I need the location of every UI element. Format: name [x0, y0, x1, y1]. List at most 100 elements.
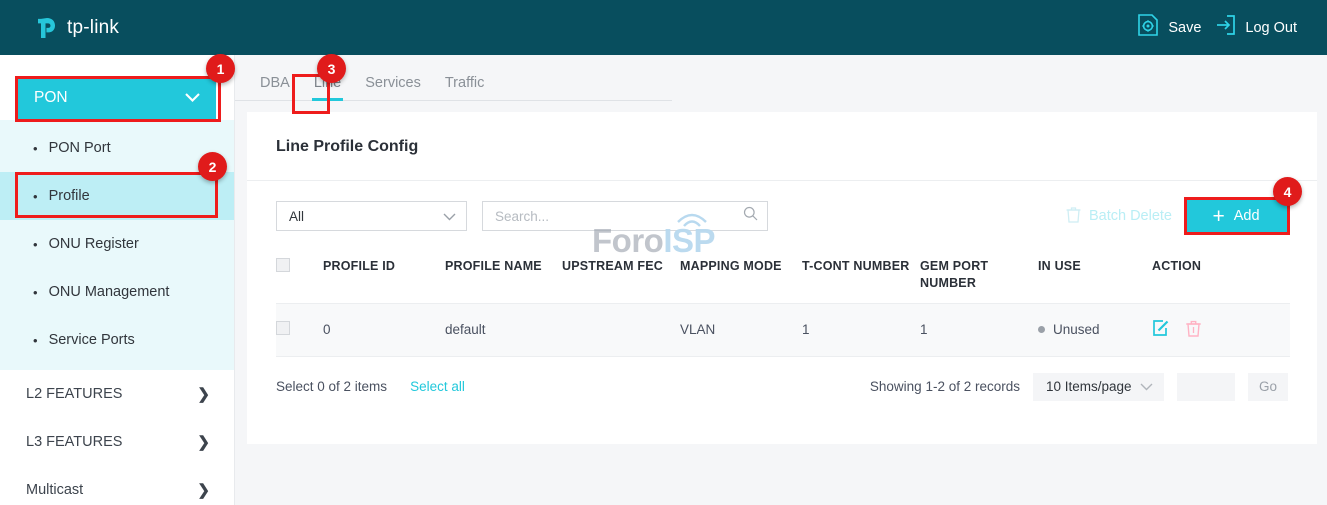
- per-page-value: 10 Items/page: [1046, 379, 1132, 394]
- sidebar-group-l2-features[interactable]: L2 FEATURES ❯: [0, 370, 234, 418]
- sidebar-menu-pon-label: PON: [34, 89, 68, 107]
- search-icon[interactable]: [743, 206, 758, 226]
- page-root: tp-link Save: [0, 0, 1327, 505]
- tab-line[interactable]: Line: [302, 75, 353, 100]
- column-mapping-mode: MAPPING MODE: [680, 249, 802, 303]
- toolbar-actions: Batch Delete + Add: [1066, 200, 1288, 232]
- sidebar-group-label: Multicast: [26, 482, 83, 498]
- sidebar-item-label: ONU Register: [49, 236, 139, 252]
- status-dot-icon: [1038, 326, 1045, 333]
- chevron-down-icon: [443, 209, 456, 224]
- records-count: Showing 1-2 of 2 records: [870, 379, 1020, 394]
- cell-in-use: Unused: [1038, 303, 1152, 356]
- save-label: Save: [1168, 20, 1201, 36]
- sidebar-item-label: Service Ports: [49, 332, 135, 348]
- cell-upstream-fec: [562, 303, 680, 356]
- bullet-icon: •: [33, 142, 38, 155]
- row-select-cell: [276, 303, 323, 356]
- sidebar-item-onu-register[interactable]: • ONU Register: [0, 220, 234, 268]
- profile-table: PROFILE ID PROFILE NAME UPSTREAM FEC MAP…: [276, 249, 1290, 357]
- content-card: Line Profile Config All: [247, 112, 1317, 444]
- search-input[interactable]: [495, 209, 743, 224]
- batch-delete-label: Batch Delete: [1089, 208, 1172, 224]
- table-footer: Select 0 of 2 items Select all Showing 1…: [247, 357, 1317, 401]
- plus-icon: +: [1212, 206, 1224, 227]
- filter-select[interactable]: All: [276, 201, 467, 231]
- batch-delete-button[interactable]: Batch Delete: [1066, 206, 1172, 227]
- sidebar-item-onu-management[interactable]: • ONU Management: [0, 268, 234, 316]
- sidebar-group-multicast[interactable]: Multicast ❯: [0, 466, 234, 505]
- tp-link-logo-icon: [34, 15, 60, 41]
- sidebar-group-label: L2 FEATURES: [26, 386, 122, 402]
- add-button[interactable]: + Add: [1184, 200, 1288, 232]
- chevron-down-icon: [1140, 379, 1153, 394]
- sidebar: PON • PON Port • Profile • ONU Register …: [0, 55, 235, 505]
- page-number-input[interactable]: [1177, 373, 1235, 401]
- tab-traffic[interactable]: Traffic: [433, 75, 496, 100]
- sidebar-item-label: Profile: [49, 188, 90, 204]
- select-all-checkbox[interactable]: [276, 258, 290, 272]
- header-actions: Save Log Out: [1137, 13, 1297, 42]
- cell-tcont-number: 1: [802, 303, 920, 356]
- bullet-icon: •: [33, 238, 38, 251]
- selection-count: Select 0 of 2 items: [276, 379, 387, 394]
- edit-pencil-icon[interactable]: [1152, 319, 1170, 340]
- column-tcont-number: T-CONT NUMBER: [802, 249, 920, 303]
- main-content: DBA Line Services Traffic Line Profile C…: [235, 55, 1327, 505]
- column-gem-port-number: GEM PORT NUMBER: [920, 249, 1038, 303]
- bullet-icon: •: [33, 334, 38, 347]
- sidebar-item-label: PON Port: [49, 140, 111, 156]
- column-profile-id: PROFILE ID: [323, 249, 445, 303]
- bullet-icon: •: [33, 190, 38, 203]
- top-header: tp-link Save: [0, 0, 1327, 55]
- chevron-right-icon: ❯: [197, 433, 210, 451]
- select-all-link[interactable]: Select all: [410, 379, 465, 394]
- table-body: 0 default VLAN 1 1 Unused: [276, 303, 1290, 356]
- cell-profile-id: 0: [323, 303, 445, 356]
- tab-bar: DBA Line Services Traffic: [235, 55, 672, 101]
- sidebar-item-label: ONU Management: [49, 284, 170, 300]
- column-action: ACTION: [1152, 249, 1290, 303]
- save-gear-icon: [1137, 13, 1159, 42]
- filter-select-value: All: [289, 209, 304, 224]
- tab-dba[interactable]: DBA: [248, 75, 302, 100]
- trash-icon[interactable]: [1185, 319, 1202, 340]
- cell-mapping-mode: VLAN: [680, 303, 802, 356]
- sidebar-submenu: • PON Port • Profile • ONU Register • ON…: [0, 120, 234, 370]
- sidebar-item-service-ports[interactable]: • Service Ports: [0, 316, 234, 364]
- logout-label: Log Out: [1245, 20, 1297, 36]
- chevron-down-icon: [185, 89, 200, 107]
- column-upstream-fec: UPSTREAM FEC: [562, 249, 680, 303]
- sidebar-item-profile[interactable]: • Profile: [0, 172, 234, 220]
- column-profile-name: PROFILE NAME: [445, 249, 562, 303]
- search-box[interactable]: [482, 201, 768, 231]
- logout-button[interactable]: Log Out: [1214, 14, 1297, 41]
- header-select-cell: [276, 249, 323, 303]
- cell-profile-name: default: [445, 303, 562, 356]
- status-badge: Unused: [1053, 322, 1100, 337]
- column-in-use: IN USE: [1038, 249, 1152, 303]
- cell-action: [1152, 303, 1290, 356]
- save-button[interactable]: Save: [1137, 13, 1201, 42]
- sidebar-group-l3-features[interactable]: L3 FEATURES ❯: [0, 418, 234, 466]
- trash-icon: [1066, 206, 1081, 227]
- add-button-label: Add: [1234, 208, 1260, 224]
- table-head: PROFILE ID PROFILE NAME UPSTREAM FEC MAP…: [276, 249, 1290, 303]
- chevron-right-icon: ❯: [197, 481, 210, 499]
- bullet-icon: •: [33, 286, 38, 299]
- table-row[interactable]: 0 default VLAN 1 1 Unused: [276, 303, 1290, 356]
- go-button[interactable]: Go: [1248, 373, 1288, 401]
- chevron-right-icon: ❯: [197, 385, 210, 403]
- cell-gem-port-number: 1: [920, 303, 1038, 356]
- row-checkbox[interactable]: [276, 321, 290, 335]
- tp-link-logo: tp-link: [34, 15, 119, 41]
- sidebar-item-pon-port[interactable]: • PON Port: [0, 124, 234, 172]
- table-toolbar: All: [247, 181, 1317, 232]
- page-title: Line Profile Config: [247, 112, 1317, 156]
- per-page-select[interactable]: 10 Items/page: [1033, 373, 1164, 401]
- tab-services[interactable]: Services: [353, 75, 433, 100]
- logout-arrow-icon: [1214, 14, 1236, 41]
- sidebar-menu-pon[interactable]: PON: [18, 76, 216, 120]
- sidebar-group-label: L3 FEATURES: [26, 434, 122, 450]
- pagination: Showing 1-2 of 2 records 10 Items/page G…: [870, 373, 1288, 401]
